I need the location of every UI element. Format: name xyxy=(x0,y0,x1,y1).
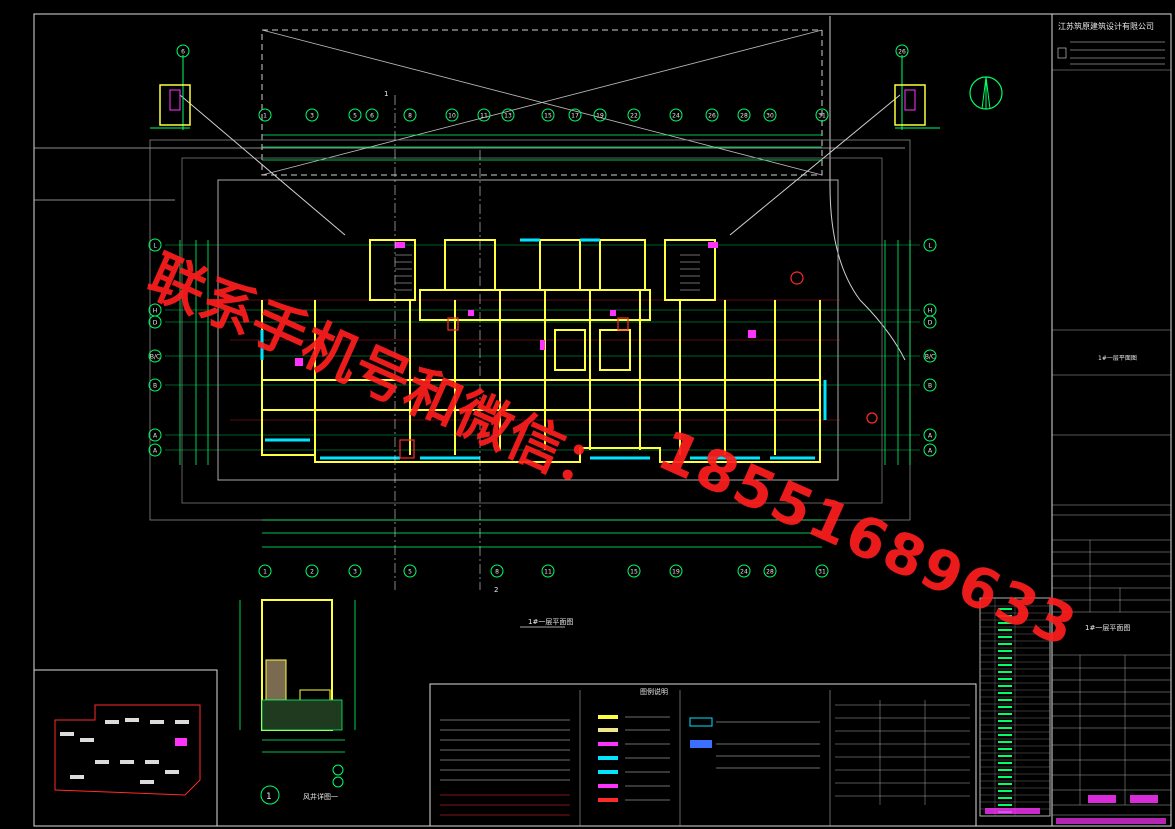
svg-text:10: 10 xyxy=(448,113,456,120)
svg-text:26: 26 xyxy=(708,113,716,120)
svg-text:5: 5 xyxy=(353,113,357,120)
svg-text:31: 31 xyxy=(818,113,826,120)
detail-number: 1 xyxy=(266,792,272,802)
svg-text:8: 8 xyxy=(408,113,412,120)
svg-text:19: 19 xyxy=(672,569,680,576)
detail-caption: 风井详图一 xyxy=(303,792,338,801)
section-mark-2: 2 xyxy=(494,586,498,594)
svg-text:B: B xyxy=(928,383,932,390)
svg-text:11: 11 xyxy=(544,569,552,576)
svg-text:6: 6 xyxy=(370,113,374,120)
svg-text:5: 5 xyxy=(408,569,412,576)
svg-text:D: D xyxy=(928,320,933,327)
svg-text:15: 15 xyxy=(544,113,552,120)
svg-text:30: 30 xyxy=(766,113,774,120)
plan-caption: 1#一层平面图 xyxy=(528,618,573,626)
svg-text:3: 3 xyxy=(310,113,314,120)
cad-drawing-canvas: 61 3 5 6 8 10 11 13 15 17 19 22 24 26 28 30 3126 1 2 3 5 8 11… xyxy=(0,0,1175,829)
drawing-title-vertical: 1#一层平面图 xyxy=(1098,355,1137,362)
svg-text:22: 22 xyxy=(630,113,638,120)
svg-text:28: 28 xyxy=(740,113,748,120)
svg-text:H: H xyxy=(928,308,933,315)
svg-text:31: 31 xyxy=(818,569,826,576)
svg-text:3: 3 xyxy=(353,569,357,576)
svg-text:B/C: B/C xyxy=(925,354,935,361)
company-name: 江苏筑原建筑设计有限公司 xyxy=(1058,21,1154,31)
svg-text:17: 17 xyxy=(571,113,579,120)
section-mark-1: 1 xyxy=(384,90,388,98)
svg-text:D: D xyxy=(153,320,158,327)
svg-text:19: 19 xyxy=(596,113,604,120)
svg-text:15: 15 xyxy=(630,569,638,576)
svg-text:8: 8 xyxy=(495,569,499,576)
svg-text:1: 1 xyxy=(263,113,267,120)
svg-text:B/C: B/C xyxy=(150,354,160,361)
svg-text:2: 2 xyxy=(310,569,314,576)
svg-text:26: 26 xyxy=(898,49,906,56)
svg-text:24: 24 xyxy=(740,569,748,576)
sheet-label: 1#一层平面图 xyxy=(1085,624,1130,632)
svg-text:24: 24 xyxy=(672,113,680,120)
legend-title: 图例说明 xyxy=(640,687,668,696)
svg-text:11: 11 xyxy=(480,113,488,120)
svg-text:28: 28 xyxy=(766,569,774,576)
svg-text:6: 6 xyxy=(181,49,185,56)
svg-text:1: 1 xyxy=(263,569,267,576)
svg-text:B: B xyxy=(153,383,157,390)
svg-text:13: 13 xyxy=(504,113,512,120)
